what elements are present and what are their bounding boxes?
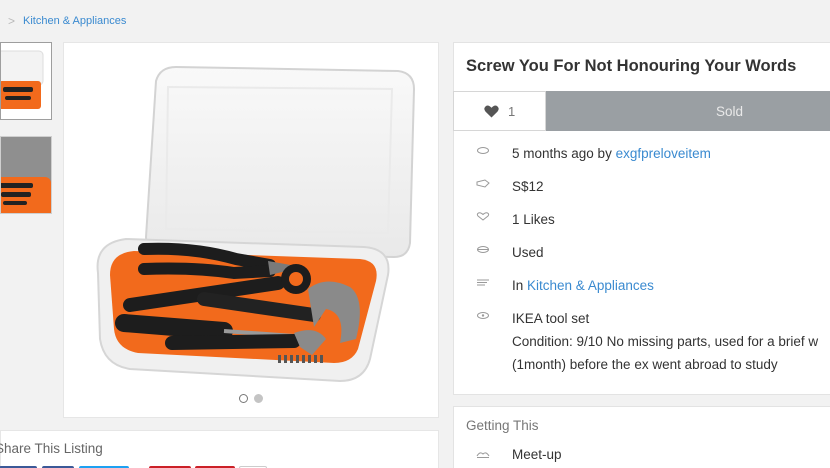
share-panel: Share This Listing — [0, 430, 439, 468]
getting-this-panel: Getting This Meet-up — [453, 406, 830, 468]
category-link[interactable]: Kitchen & Appliances — [527, 278, 654, 293]
tool-box-thumbnail-image — [1, 43, 51, 119]
breadcrumb-separator: > — [8, 14, 16, 28]
listing-action-bar: 1 Sold — [453, 91, 830, 131]
listing-details-panel: Screw You For Not Honouring Your Words 1… — [453, 42, 830, 395]
carousel-dot-1[interactable] — [239, 394, 248, 403]
price-tag-icon — [476, 179, 490, 188]
posted-text: 5 months ago by exgfpreloveitem — [512, 142, 711, 165]
meetup-icon — [476, 452, 490, 458]
heart-outline-icon — [476, 212, 490, 221]
ikea-tool-set-image — [96, 65, 416, 383]
condition-text: Used — [512, 245, 544, 260]
list-icon — [477, 279, 489, 286]
description-icon — [477, 312, 489, 319]
clock-icon — [477, 147, 489, 154]
condition-icon — [477, 246, 489, 253]
share-title: Share This Listing — [0, 441, 103, 456]
getting-this-title: Getting This — [466, 418, 539, 433]
gallery-thumbnail-1[interactable] — [0, 42, 52, 120]
sold-status-button[interactable]: Sold — [546, 91, 830, 131]
category-prefix: In — [512, 278, 524, 293]
posted-time: 5 months ago by — [512, 146, 612, 161]
price-text: S$12 — [512, 179, 544, 194]
carousel-dot-2[interactable] — [254, 394, 263, 403]
description-row: IKEA tool set Condition: 9/10 No missing… — [454, 307, 830, 377]
price-row: S$12 — [454, 175, 830, 198]
listing-title: Screw You For Not Honouring Your Words — [466, 57, 797, 75]
breadcrumb: > Kitchen & Appliances — [0, 12, 126, 30]
tool-box-open-thumbnail-image — [1, 137, 51, 213]
condition-row: Used — [454, 241, 830, 264]
description-line-2: Condition: 9/10 No missing parts, used f… — [512, 334, 819, 349]
like-button[interactable]: 1 — [453, 91, 546, 131]
likes-row: 1 Likes — [454, 208, 830, 231]
category-row: In Kitchen & Appliances — [454, 274, 830, 297]
heart-icon — [484, 105, 499, 117]
description-line-3: (1month) before the ex went abroad to st… — [512, 357, 778, 372]
seller-link[interactable]: exgfpreloveitem — [616, 146, 711, 161]
posted-row: 5 months ago by exgfpreloveitem — [454, 142, 830, 165]
meetup-text: Meet-up — [512, 447, 562, 462]
likes-text: 1 Likes — [512, 212, 555, 227]
category-text: In Kitchen & Appliances — [512, 274, 654, 297]
description-line-1: IKEA tool set — [512, 311, 590, 326]
main-product-image[interactable] — [63, 42, 439, 418]
like-count: 1 — [508, 103, 516, 119]
gallery-thumbnail-2[interactable] — [0, 136, 52, 214]
carousel-dots — [64, 394, 438, 403]
breadcrumb-category-link[interactable]: Kitchen & Appliances — [23, 15, 126, 27]
